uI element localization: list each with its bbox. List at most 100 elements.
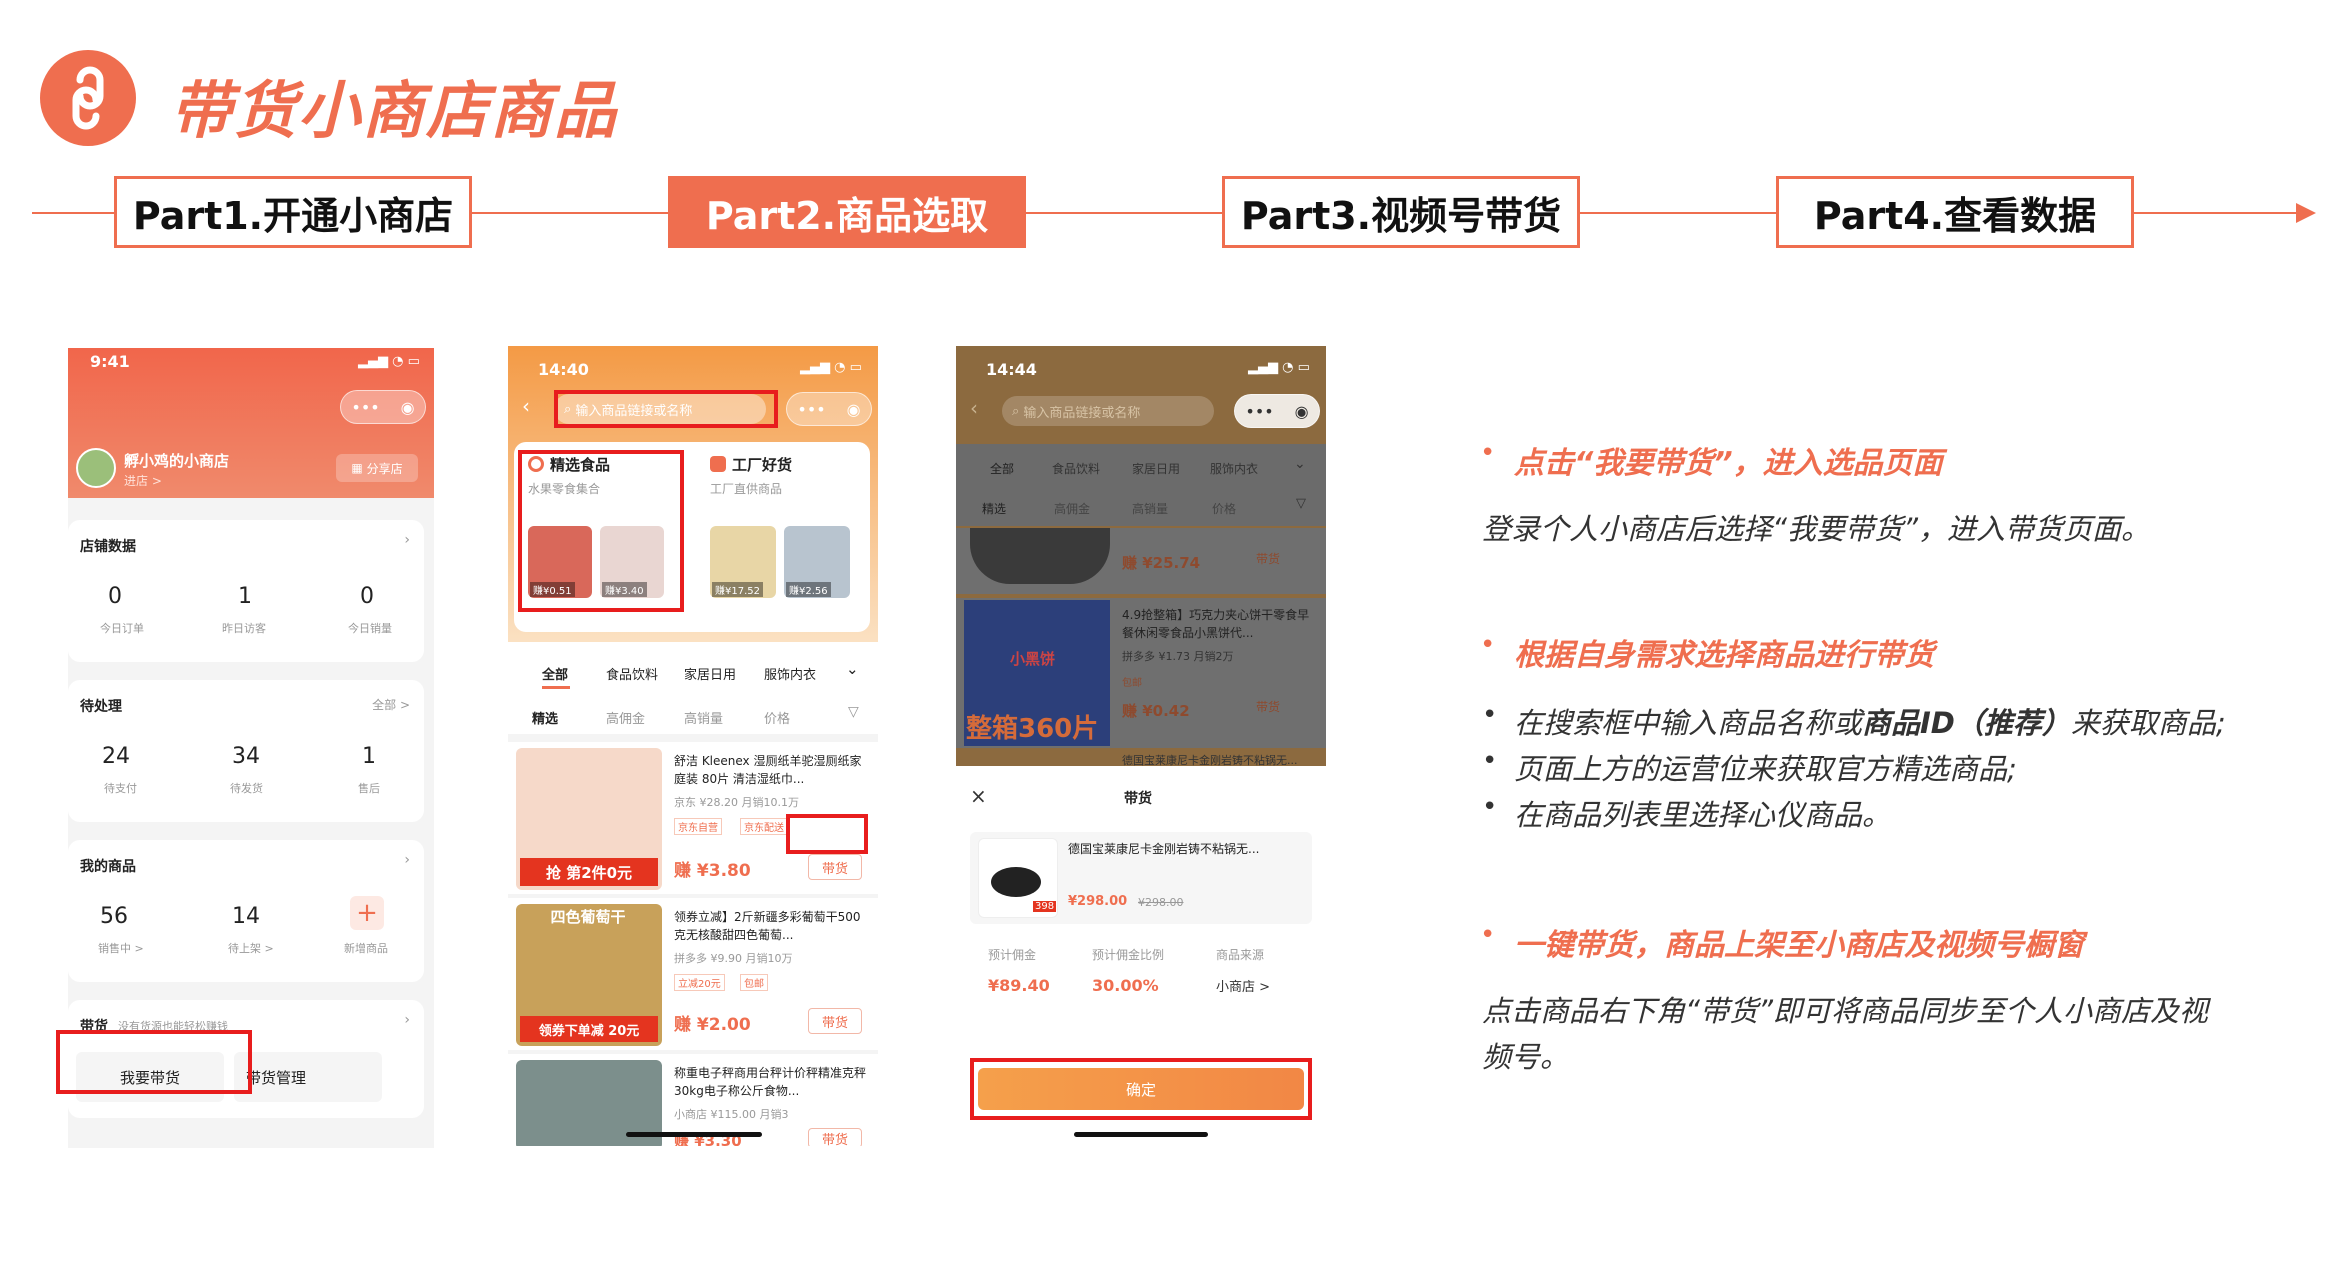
highlight-box-daihuo-button <box>786 814 868 854</box>
filter-funnel-icon[interactable]: ▽ <box>848 704 859 720</box>
tab-food[interactable]: 食品饮料 <box>606 664 658 683</box>
close-circle-icon[interactable]: ◉ <box>401 398 415 417</box>
filter-sales[interactable]: 高销量 <box>684 708 723 727</box>
product-thumb: 398 <box>978 838 1058 918</box>
tab-all[interactable]: 全部 <box>990 460 1014 477</box>
more-icon[interactable]: ••• <box>797 400 825 419</box>
chevron-right-icon[interactable]: › <box>404 532 410 548</box>
todo-title: 待处理 <box>80 699 122 715</box>
stat-label: 待发货 <box>230 782 263 795</box>
step-part3[interactable]: Part3.视频号带货 <box>1222 176 1580 248</box>
stat-label[interactable]: 销售中 > <box>98 940 144 956</box>
product-title: 德国宝莱康尼卡金刚岩铸不粘锅无... <box>1122 754 1298 767</box>
step-part2[interactable]: Part2.商品选取 <box>668 176 1026 248</box>
filter-selected[interactable]: 精选 <box>982 500 1006 517</box>
daihuo-button[interactable]: 带货 <box>808 854 862 880</box>
product-thumb <box>970 528 1110 584</box>
col-label: 预计佣金比例 <box>1092 948 1165 962</box>
stat-label: 待支付 <box>104 782 137 795</box>
my-goods-card[interactable]: 我的商品 › 56 销售中 > 14 待上架 > + 新增商品 <box>68 840 424 982</box>
back-icon[interactable]: ‹ <box>522 394 530 418</box>
mini-capsule[interactable]: ••• ◉ <box>340 390 426 424</box>
list-item[interactable]: 四色葡萄干 领券下单减 20元 领券立减】2斤新疆多彩葡萄干500克无核酸甜四色… <box>508 898 878 1050</box>
close-circle-icon[interactable]: ◉ <box>1295 402 1309 421</box>
category-tabs: 全部 食品饮料 家居日用 服饰内衣 ⌄ 精选 高佣金 高销量 价格 ▽ <box>508 642 878 734</box>
more-icon[interactable]: ••• <box>1245 402 1273 421</box>
todo-all-link[interactable]: 全部 > <box>372 696 410 713</box>
filter-funnel-icon[interactable]: ▽ <box>1296 496 1306 511</box>
filter-sales[interactable]: 高销量 <box>1132 500 1168 517</box>
shop-enter-link[interactable]: 进店 > <box>124 472 162 489</box>
stat-label[interactable]: 新增商品 <box>344 940 388 956</box>
pan-image <box>991 867 1041 897</box>
close-icon[interactable]: × <box>970 784 987 808</box>
stat-value: 0 <box>360 584 374 609</box>
chevron-down-icon[interactable]: ⌄ <box>846 660 859 678</box>
chevron-down-icon[interactable]: ⌄ <box>1294 456 1306 472</box>
price-badge: 398 <box>1033 901 1057 912</box>
filter-commission[interactable]: 高佣金 <box>1054 500 1090 517</box>
back-icon[interactable]: ‹ <box>970 396 978 420</box>
product-tag: 京东自营 <box>674 818 722 835</box>
daihuo-button[interactable]: 带货 <box>808 1008 862 1034</box>
col-label: 预计佣金 <box>988 948 1037 962</box>
list-dot: • <box>1482 792 1498 822</box>
btn-manage-daihuo[interactable]: 带货管理 <box>234 1052 382 1102</box>
tab-food[interactable]: 食品饮料 <box>1052 460 1100 477</box>
add-goods-icon[interactable]: + <box>350 896 384 930</box>
tab-home[interactable]: 家居日用 <box>684 664 736 683</box>
thumb-mark: 四色葡萄干 <box>550 908 626 926</box>
product-title[interactable]: 领券立减】2斤新疆多彩葡萄干500克无核酸甜四色葡萄... <box>674 908 870 944</box>
tab-home[interactable]: 家居日用 <box>1132 460 1180 477</box>
filter-selected[interactable]: 精选 <box>532 708 558 727</box>
stat-label[interactable]: 待上架 > <box>228 940 274 956</box>
daihuo-button[interactable]: 带货 <box>808 1128 862 1146</box>
close-circle-icon[interactable]: ◉ <box>847 400 861 419</box>
my-goods-title: 我的商品 <box>80 859 136 875</box>
avatar[interactable] <box>76 448 116 488</box>
chevron-right-icon[interactable]: › <box>404 852 410 868</box>
tab-apparel[interactable]: 服饰内衣 <box>764 664 816 683</box>
todo-card[interactable]: 待处理 全部 > 24 待支付 34 待发货 1 售后 <box>68 680 424 822</box>
product-title[interactable]: 舒洁 Kleenex 湿厕纸羊驼湿厕纸家庭装 80片 清洁湿纸巾... <box>674 752 870 788</box>
product-title[interactable]: 称重电子秤商用台秤计价秤精准克秤30kg电子称公斤食物... <box>674 1064 870 1100</box>
tab-apparel[interactable]: 服饰内衣 <box>1210 460 1258 477</box>
filter-price[interactable]: 价格 <box>764 708 790 727</box>
step-part1[interactable]: Part1.开通小商店 <box>114 176 472 248</box>
col-value[interactable]: 小商店 > <box>1216 976 1270 995</box>
product-tag: 立减20元 <box>674 974 725 991</box>
highlight-box-search <box>554 390 778 428</box>
phone-screen-shop-home: 9:41 ▂▄▆ ◔ ▭ ••• ◉ 孵小鸡的小商店 进店 > ▦ 分享店 店铺数… <box>68 348 434 1148</box>
list-item: 赚 ¥25.74 带货 <box>956 528 1326 594</box>
note-3-body-line1: 点击商品右下角“带货”即可将商品同步至个人小商店及视 <box>1482 994 2209 1028</box>
stat-value: 34 <box>232 744 260 769</box>
store-data-card[interactable]: 店铺数据 › 0 今日订单 1 昨日访客 0 今日销量 <box>68 520 424 662</box>
phone-screen-daihuo-sheet: 14:44 ▂▄▆ ◔ ▭ ‹ ⌕ 输入商品链接或名称 ••• ◉ 全部 食品饮料… <box>956 346 1326 1146</box>
brand-logo <box>40 50 136 146</box>
highlight-box-banner <box>518 450 684 612</box>
list-dot: • <box>1482 700 1498 730</box>
earn-badge: 赚¥17.52 <box>712 582 763 597</box>
search-input[interactable]: ⌕ 输入商品链接或名称 <box>1002 396 1214 426</box>
step-part4[interactable]: Part4.查看数据 <box>1776 176 2134 248</box>
filter-commission[interactable]: 高佣金 <box>606 708 645 727</box>
mini-capsule[interactable]: ••• ◉ <box>1234 394 1320 428</box>
mini-capsule[interactable]: ••• ◉ <box>786 392 872 426</box>
sheet-price-old: ¥298.00 <box>1138 896 1184 909</box>
filter-price[interactable]: 价格 <box>1212 500 1236 517</box>
chevron-right-icon[interactable]: › <box>404 1012 410 1028</box>
note-2-title: 根据自身需求选择商品进行带货 <box>1514 638 1934 673</box>
tab-all[interactable]: 全部 <box>542 664 568 683</box>
banner-right-title[interactable]: 工厂好货 <box>732 454 792 475</box>
col-value: ¥89.40 <box>988 976 1050 995</box>
highlight-box-mine-daihuo <box>56 1030 252 1094</box>
note-2-item-2: 页面上方的运营位来获取官方精选商品; <box>1514 752 2017 786</box>
stat-label: 昨日访客 <box>222 622 266 635</box>
more-icon[interactable]: ••• <box>351 398 379 417</box>
store-data-title: 店铺数据 <box>80 539 136 555</box>
share-shop-button[interactable]: ▦ 分享店 <box>336 454 418 482</box>
factory-icon <box>710 456 726 472</box>
search-placeholder: 输入商品链接或名称 <box>1023 405 1141 421</box>
home-indicator <box>1074 1132 1208 1137</box>
status-icons: ▂▄▆ ◔ ▭ <box>1248 360 1310 375</box>
